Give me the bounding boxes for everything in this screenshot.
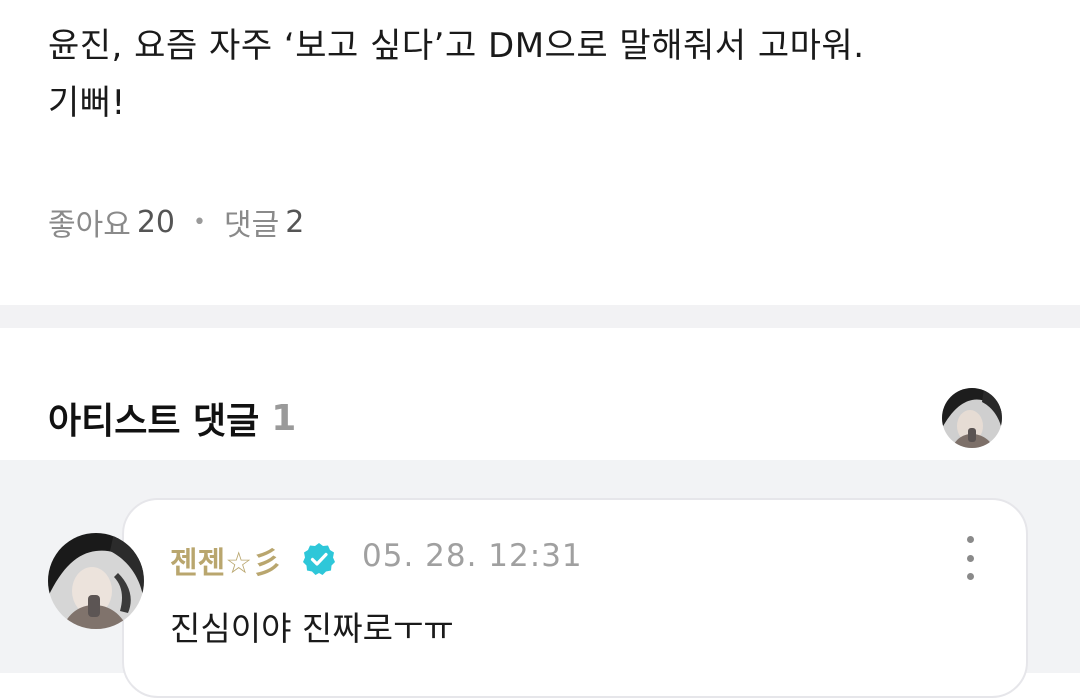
- post-body-line-1: 윤진, 요즘 자주 ‘보고 싶다’고 DM으로 말해줘서 고마워.: [48, 26, 865, 66]
- artist-avatar[interactable]: [942, 388, 1002, 448]
- comment-author-name[interactable]: 젠젠☆彡: [170, 538, 282, 582]
- comment-author-avatar[interactable]: [48, 533, 144, 629]
- comments-label[interactable]: 댓글: [224, 200, 279, 244]
- comment-text: 진심이야 진짜로ㅜㅠ: [170, 609, 454, 648]
- comment-timestamp: 05. 28. 12:31: [362, 538, 583, 574]
- post-body: 윤진, 요즘 자주 ‘보고 싶다’고 DM으로 말해줘서 고마워. 기뻐!: [48, 18, 1038, 132]
- likes-label[interactable]: 좋아요: [48, 200, 131, 244]
- comments-count: 2: [285, 204, 305, 240]
- post-meta: 좋아요 20 • 댓글 2: [48, 200, 304, 244]
- post-body-line-2: 기뻐!: [48, 83, 126, 123]
- meta-separator: •: [193, 209, 206, 235]
- more-options-icon[interactable]: [954, 536, 986, 580]
- artist-comments-count: 1: [271, 397, 297, 439]
- comment-card: [122, 498, 1028, 698]
- artist-comments-header: 아티스트 댓글 1: [48, 392, 296, 444]
- artist-comments-title: 아티스트 댓글: [48, 401, 260, 442]
- verified-badge-icon: [303, 543, 335, 575]
- likes-count: 20: [136, 204, 175, 240]
- section-divider: [0, 305, 1080, 328]
